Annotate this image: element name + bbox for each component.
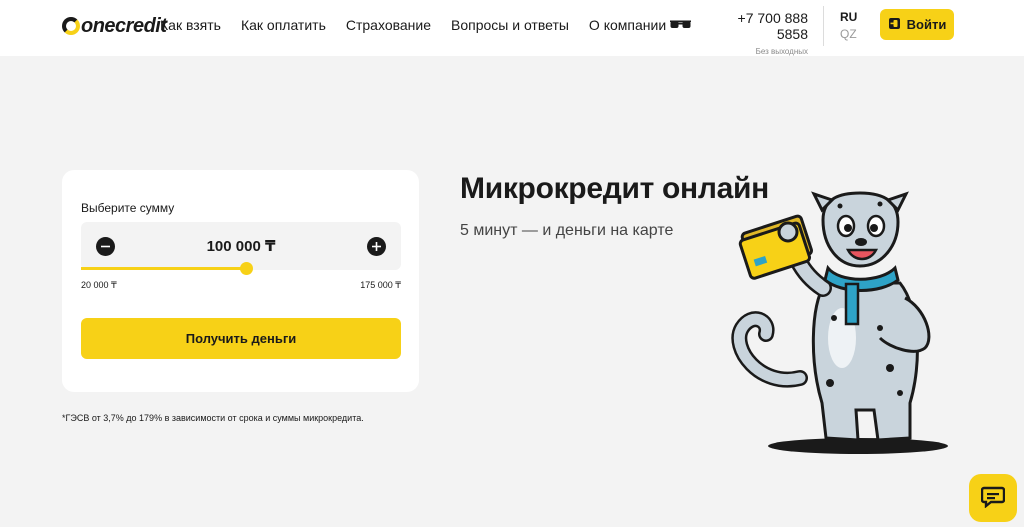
phone-block: +7 700 888 5858 Без выходных <box>712 10 808 56</box>
logo-mark-icon <box>62 17 80 35</box>
lang-ru[interactable]: RU <box>840 9 857 26</box>
nav-faq[interactable]: Вопросы и ответы <box>451 17 569 33</box>
plus-icon <box>372 240 381 254</box>
header-divider <box>823 6 824 46</box>
get-money-button[interactable]: Получить деньги <box>81 318 401 359</box>
chat-button[interactable] <box>969 474 1017 522</box>
main-nav: Как взять Как оплатить Страхование Вопро… <box>160 17 666 33</box>
chat-icon <box>980 486 1006 511</box>
nav-about[interactable]: О компании <box>589 17 666 33</box>
amount-min: 20 000 ₸ <box>81 280 117 290</box>
footnote: *ГЭСВ от 3,7% до 179% в зависимости от с… <box>62 413 364 423</box>
snow-leopard-illustration <box>730 188 955 463</box>
phone-number[interactable]: +7 700 888 5858 <box>712 10 808 42</box>
amount-label: Выберите сумму <box>81 201 175 215</box>
login-label: Войти <box>906 17 947 32</box>
glasses-icon[interactable] <box>670 18 691 36</box>
logo-text: onecredit <box>81 14 167 37</box>
phone-note: Без выходных <box>755 47 808 56</box>
nav-insurance[interactable]: Страхование <box>346 17 431 33</box>
hero-subtitle: 5 минут — и деньги на карте <box>460 222 674 239</box>
amount-selector: 100 000 ₸ <box>81 222 401 275</box>
logo[interactable]: onecredit <box>62 13 167 39</box>
amount-value: 100 000 ₸ <box>206 238 276 255</box>
language-switcher: RU QZ <box>840 9 857 43</box>
amount-max: 175 000 ₸ <box>360 280 401 290</box>
hero-title: Микрокредит онлайн <box>460 172 769 205</box>
login-button[interactable]: Войти <box>880 9 954 40</box>
increase-amount-button[interactable] <box>367 237 386 256</box>
login-icon <box>888 17 901 33</box>
nav-how-to-pay[interactable]: Как оплатить <box>241 17 326 33</box>
slider-fill <box>81 267 247 270</box>
site-header: onecredit Как взять Как оплатить Страхов… <box>0 0 1024 56</box>
lang-qz[interactable]: QZ <box>840 26 857 43</box>
amount-slider[interactable] <box>81 262 401 275</box>
slider-handle[interactable] <box>240 262 254 275</box>
nav-how-to-get[interactable]: Как взять <box>160 17 221 33</box>
loan-calculator-card: Выберите сумму 100 000 ₸ 20 000 ₸ 175 00… <box>62 170 419 392</box>
